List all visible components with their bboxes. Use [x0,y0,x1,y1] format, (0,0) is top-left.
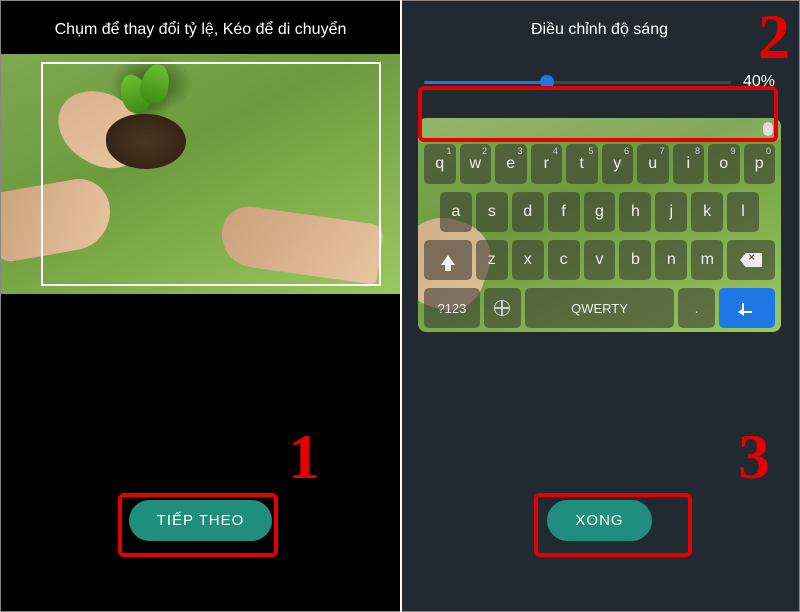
key-i[interactable]: i [673,144,705,184]
key-e[interactable]: e [495,144,527,184]
key-shift[interactable] [424,240,472,280]
key-p[interactable]: p [744,144,776,184]
next-button[interactable]: TIẾP THEO [129,500,273,541]
key-globe[interactable] [484,288,521,328]
mic-icon[interactable] [763,122,773,136]
brightness-value: 40% [743,73,775,91]
keyboard-row-3: zxcvbnm [418,236,781,284]
action-row: TIẾP THEO [1,500,400,541]
panel-divider [400,0,402,612]
brightness-slider[interactable] [424,72,731,92]
brightness-slider-row: 40% [400,54,799,110]
key-c[interactable]: c [548,240,580,280]
globe-icon [494,300,510,316]
panel-brightness: Điều chỉnh độ sáng 40% qwertyuiop asdfgh… [400,1,799,611]
key-w[interactable]: w [460,144,492,184]
key-y[interactable]: y [602,144,634,184]
keyboard-row-1: qwertyuiop [418,140,781,188]
key-h[interactable]: h [619,192,651,232]
key-b[interactable]: b [619,240,651,280]
key-k[interactable]: k [691,192,723,232]
key-l[interactable]: l [727,192,759,232]
slider-fill [424,81,547,84]
action-row: XONG [400,500,799,541]
key-j[interactable]: j [655,192,687,232]
key-f[interactable]: f [548,192,580,232]
key-n[interactable]: n [655,240,687,280]
crop-instruction: Chụm để thay đổi tỷ lệ, Kéo để di chuyển [1,1,400,54]
key-space[interactable]: QWERTY [525,288,674,328]
key-d[interactable]: d [512,192,544,232]
key-backspace[interactable] [727,240,775,280]
enter-icon [742,303,752,313]
key-u[interactable]: u [637,144,669,184]
key-g[interactable]: g [584,192,616,232]
done-button[interactable]: XONG [547,500,651,541]
crop-frame[interactable] [41,62,381,286]
key-x[interactable]: x [512,240,544,280]
keyboard: qwertyuiop asdfghjkl zxcvbnm ?123 QWERTY… [418,118,781,332]
key-r[interactable]: r [531,144,563,184]
key-t[interactable]: t [566,144,598,184]
keyboard-input-bar[interactable] [418,118,781,140]
key-enter[interactable] [719,288,775,328]
slider-thumb[interactable] [540,75,554,89]
key-q[interactable]: q [424,144,456,184]
backspace-icon [740,253,762,267]
key-z[interactable]: z [476,240,508,280]
brightness-title: Điều chỉnh độ sáng [400,1,799,54]
shift-icon [441,255,455,265]
key-s[interactable]: s [476,192,508,232]
crop-canvas[interactable] [1,54,401,294]
key-m[interactable]: m [691,240,723,280]
key-v[interactable]: v [584,240,616,280]
panel-crop: Chụm để thay đổi tỷ lệ, Kéo để di chuyển… [1,1,400,611]
key-numbers[interactable]: ?123 [424,288,480,328]
key-a[interactable]: a [440,192,472,232]
keyboard-row-4: ?123 QWERTY . [418,284,781,332]
key-period[interactable]: . [678,288,715,328]
keyboard-row-2: asdfghjkl [418,188,781,236]
key-o[interactable]: o [708,144,740,184]
